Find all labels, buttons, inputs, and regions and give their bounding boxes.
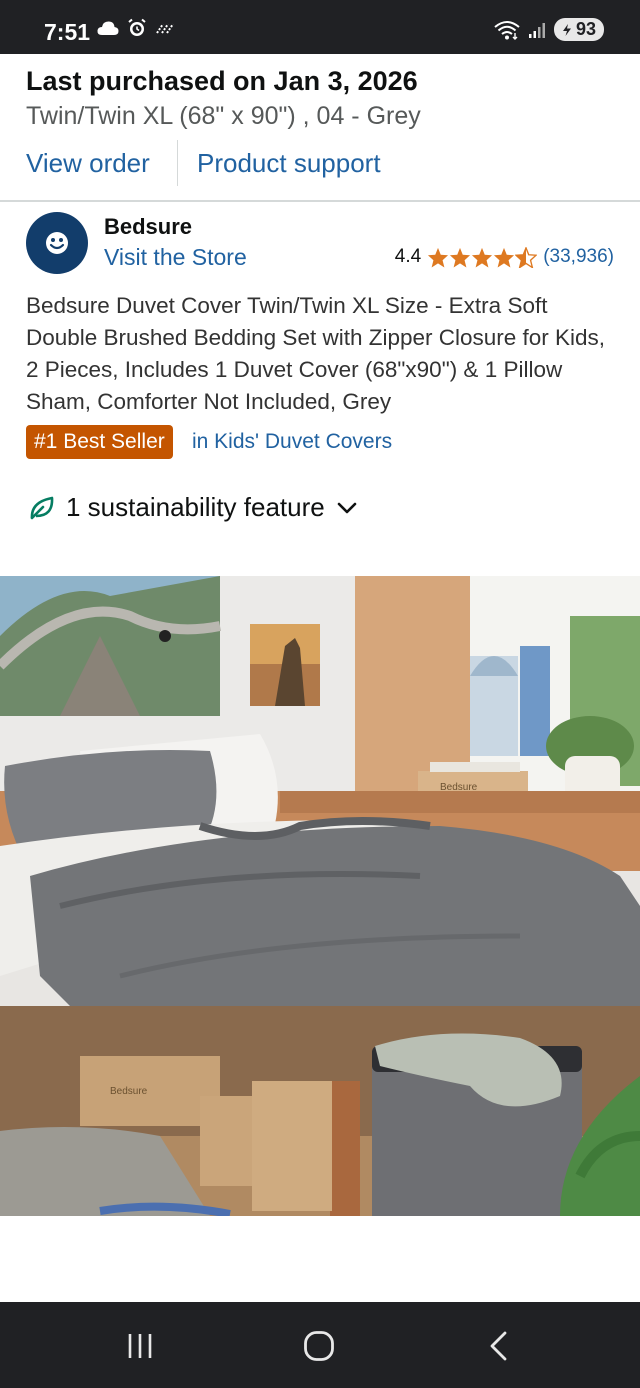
chevron-down-icon <box>337 502 357 513</box>
signal-dots-icon <box>156 23 174 34</box>
rating-value: 4.4 <box>394 246 422 267</box>
bedroom-scene: Bedsure Bedsure <box>0 576 640 1216</box>
product-title[interactable]: Bedsure Duvet Cover Twin/Twin XL Size - … <box>26 290 606 418</box>
section-divider <box>0 200 640 202</box>
order-links-row: View order Product support <box>0 140 640 188</box>
star-icon <box>472 247 493 268</box>
wall-poster <box>0 576 221 716</box>
charging-bolt-icon <box>562 23 571 36</box>
star-icon <box>494 247 515 268</box>
rating-row[interactable]: 4.4 (33,936) <box>395 246 614 268</box>
battery-level: 93 <box>575 19 596 39</box>
dog-photo <box>250 624 320 706</box>
cloud-icon <box>97 21 119 35</box>
recent-apps-button[interactable] <box>110 1324 170 1368</box>
sustainability-label: 1 sustainability feature <box>66 492 325 522</box>
best-seller-category-link[interactable]: in Kids' Duvet Covers <box>192 430 392 454</box>
product-support-link[interactable]: Product support <box>197 148 381 179</box>
product-image[interactable]: Bedsure Bedsure <box>0 576 640 1216</box>
star-icon <box>428 247 449 268</box>
storage-box-label: Bedsure <box>110 1086 148 1097</box>
recent-apps-icon <box>128 1334 152 1358</box>
alarm-icon <box>128 18 146 36</box>
last-purchased-heading: Last purchased on Jan 3, 2026 <box>26 66 418 96</box>
star-rating <box>427 246 538 268</box>
battery-icon: 93 <box>553 18 604 41</box>
variant-text: Twin/Twin XL (68" x 90") , 04 - Grey <box>26 102 421 130</box>
leaf-icon <box>30 496 54 519</box>
brand-name: Bedsure <box>104 214 193 239</box>
best-seller-badge: #1 Best Seller <box>26 425 173 459</box>
navigation-bar <box>0 1302 640 1388</box>
wifi-icon <box>494 20 520 40</box>
review-count-link[interactable]: (33,936) <box>543 246 614 268</box>
half-star-icon <box>515 246 538 268</box>
back-icon <box>490 1331 507 1361</box>
cell-signal-icon <box>528 22 545 38</box>
back-button[interactable] <box>468 1324 528 1368</box>
brand-logo[interactable] <box>26 212 88 274</box>
star-icon <box>450 247 471 268</box>
home-button[interactable] <box>289 1324 349 1368</box>
status-bar: 7:51 93 <box>0 0 640 54</box>
visit-store-link[interactable]: Visit the Store <box>104 244 247 271</box>
divider <box>177 140 178 186</box>
sustainability-toggle[interactable]: 1 sustainability feature <box>28 492 359 523</box>
home-icon <box>304 1331 334 1361</box>
bedsure-logo-icon <box>46 232 68 254</box>
status-time: 7:51 <box>44 19 91 45</box>
view-order-link[interactable]: View order <box>26 148 150 179</box>
